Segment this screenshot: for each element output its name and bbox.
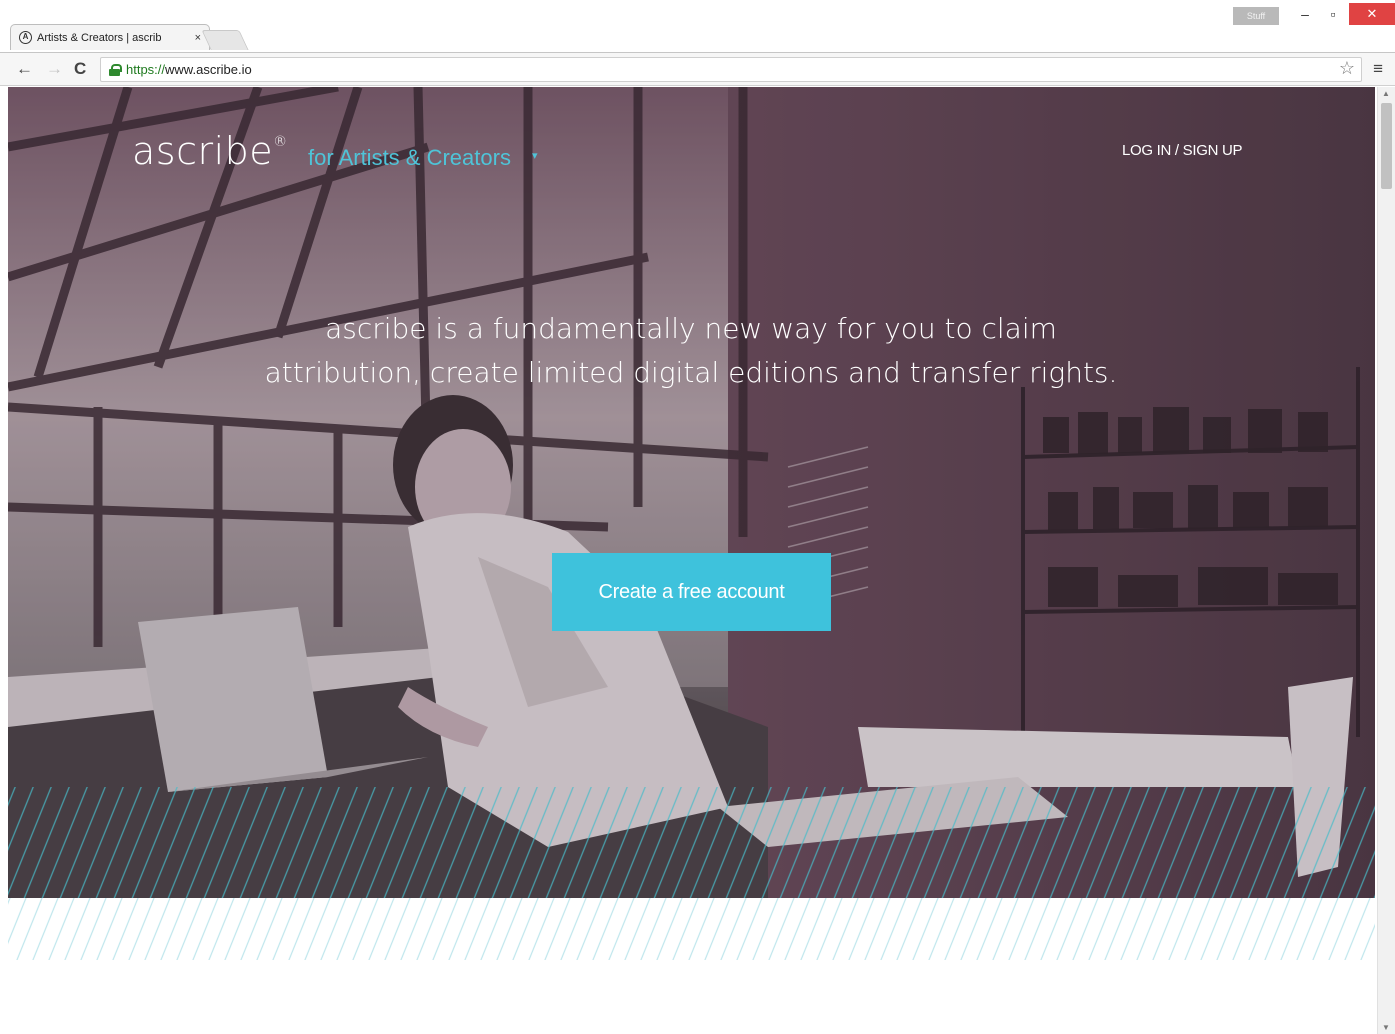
window-controls: Stuff – ▫ ✕ (1233, 0, 1395, 26)
maximize-button[interactable]: ▫ (1319, 4, 1347, 24)
product-selector[interactable]: for Artists & Creators (308, 145, 511, 171)
close-window-button[interactable]: ✕ (1349, 3, 1395, 25)
page-scrollbar[interactable]: ▲ ▼ (1377, 87, 1395, 1034)
tagline-line-1: ascribe is a fundamentally new way for y… (325, 312, 1057, 345)
url-scheme: https:// (126, 62, 166, 77)
create-account-button[interactable]: Create a free account (552, 553, 831, 631)
logo-text: ascribe (132, 129, 274, 173)
hero-tagline: ascribe is a fundamentally new way for y… (191, 307, 1191, 395)
tab-title: Artists & Creators | ascrib (37, 31, 162, 44)
lock-icon (109, 63, 122, 76)
hatch-decoration (8, 898, 1375, 960)
address-bar[interactable]: https:// www.ascribe.io (100, 57, 1362, 82)
browser-titlebar: A Artists & Creators | ascrib × Stuff – … (0, 0, 1395, 52)
ascribe-logo[interactable]: ascribe® (132, 129, 288, 173)
profile-badge[interactable]: Stuff (1233, 7, 1279, 25)
new-tab-button[interactable] (201, 30, 249, 50)
tagline-line-2: attribution, create limited digital edit… (264, 356, 1118, 389)
scroll-down-icon[interactable]: ▼ (1382, 1023, 1390, 1032)
bookmark-star-icon[interactable]: ☆ (1339, 58, 1355, 79)
chevron-down-icon[interactable]: ▾ (532, 149, 538, 162)
reload-button[interactable]: C (74, 59, 86, 79)
ascribe-favicon-icon: A (19, 31, 32, 44)
tab-close-icon[interactable]: × (195, 32, 201, 44)
hero-section: ascribe® for Artists & Creators ▾ LOG IN… (8, 87, 1375, 898)
forward-button[interactable]: → (46, 59, 63, 79)
page-viewport: ascribe® for Artists & Creators ▾ LOG IN… (8, 87, 1375, 1034)
browser-tab[interactable]: A Artists & Creators | ascrib × (10, 24, 210, 50)
back-button[interactable]: ← (16, 59, 33, 79)
minimize-button[interactable]: – (1291, 4, 1319, 24)
url-host: www.ascribe.io (165, 62, 252, 77)
browser-toolbar: ← → C https:// www.ascribe.io ☆ ≡ (0, 52, 1395, 86)
hero-background-image (8, 87, 1375, 898)
scroll-thumb[interactable] (1381, 103, 1392, 189)
scroll-up-icon[interactable]: ▲ (1382, 89, 1390, 98)
browser-menu-icon[interactable]: ≡ (1373, 59, 1383, 79)
login-signup-link[interactable]: LOG IN / SIGN UP (1122, 142, 1243, 159)
registered-mark: ® (273, 134, 288, 151)
below-hero-section (8, 898, 1375, 1034)
